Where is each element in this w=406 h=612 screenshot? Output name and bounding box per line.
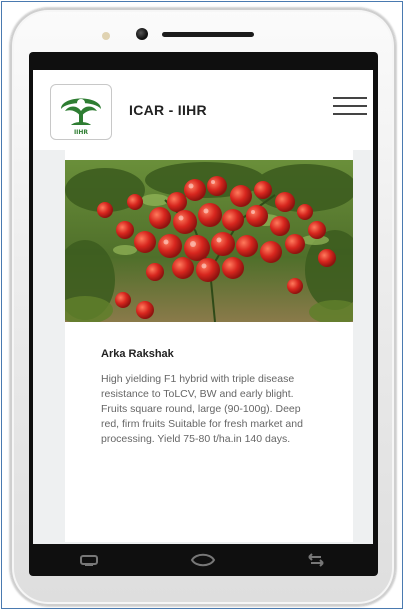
tomato-plant-image [65, 160, 353, 322]
menu-line [333, 105, 367, 107]
back-button[interactable] [70, 548, 110, 572]
logo-text: IIHR [74, 129, 88, 136]
menu-line [333, 97, 367, 99]
proximity-sensor [102, 32, 110, 40]
recent-apps-icon [308, 553, 325, 567]
tree-logo-icon: IIHR [61, 98, 101, 136]
app-header: IIHR ICAR - IIHR [33, 70, 373, 150]
home-button[interactable] [183, 548, 223, 572]
hamburger-menu-button[interactable] [333, 94, 367, 118]
icar-logo[interactable]: IIHR [50, 84, 112, 140]
variety-name: Arka Rakshak [101, 348, 174, 360]
variety-description: High yielding F1 hybrid with triple dise… [101, 373, 303, 445]
earpiece-speaker [162, 32, 254, 37]
app-display: IIHR ICAR - IIHR Arka Rakshak High yield… [33, 70, 373, 544]
back-icon [79, 555, 98, 566]
app-title: ICAR - IIHR [129, 102, 207, 118]
home-icon [190, 553, 216, 567]
android-nav-bar [33, 546, 373, 574]
recent-apps-button[interactable] [296, 548, 336, 572]
tomato-photo [65, 160, 353, 322]
front-camera-icon [136, 28, 148, 40]
variety-card: Arka Rakshak High yielding F1 hybrid wit… [65, 150, 353, 542]
menu-line [333, 113, 367, 115]
